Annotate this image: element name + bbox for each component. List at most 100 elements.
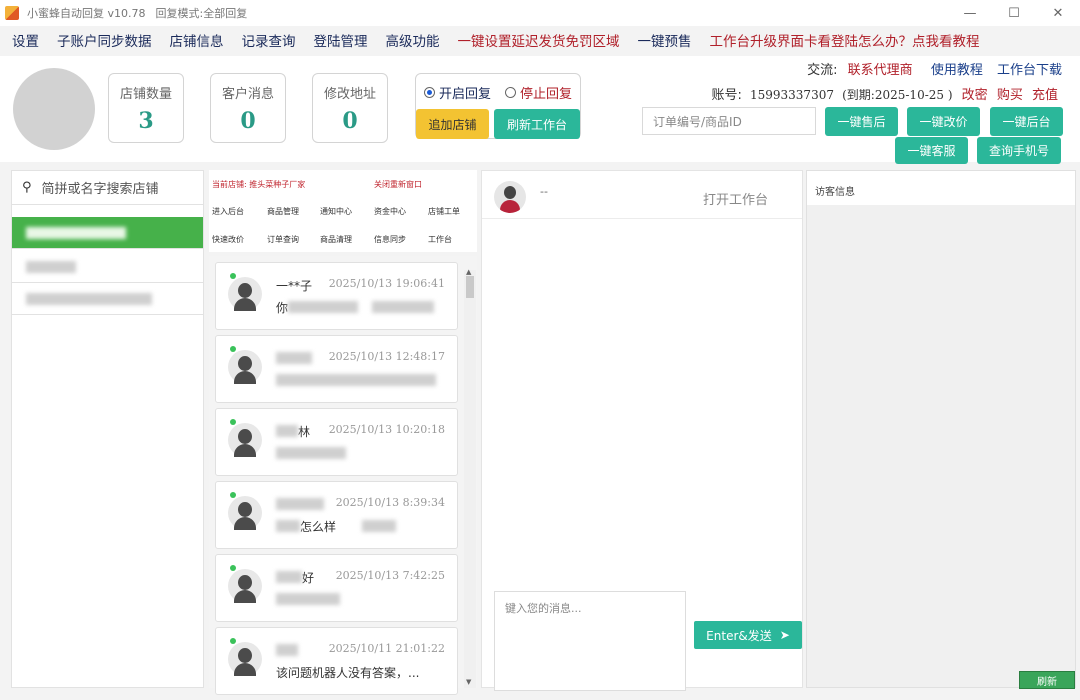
blurred-text [276, 498, 324, 510]
conversation-item[interactable]: 2025/10/13 12:48:17 [215, 335, 458, 403]
refresh-button[interactable]: 刷新 [1019, 671, 1075, 689]
add-store-button[interactable]: 追加店铺 [416, 109, 489, 139]
radio-selected-icon [424, 87, 435, 98]
menu-settings[interactable]: 设置 [12, 30, 39, 50]
store-item[interactable] [12, 283, 203, 315]
radio-stop-reply[interactable]: 停止回复 [505, 83, 572, 102]
func-funds-center[interactable]: 资金中心 [374, 206, 406, 217]
online-status-dot [230, 638, 236, 644]
buy-link[interactable]: 购买 [997, 88, 1023, 103]
online-status-dot [230, 492, 236, 498]
menu-presale[interactable]: 一键预售 [638, 30, 692, 50]
tutorial-link[interactable]: 使用教程 [931, 63, 983, 78]
minimize-button[interactable]: — [948, 0, 992, 26]
scroll-thumb[interactable] [466, 276, 474, 298]
menu-store-info[interactable]: 店铺信息 [170, 30, 224, 50]
conversation-time: 2025/10/13 19:06:41 [328, 277, 445, 290]
customer-avatar-icon [228, 569, 262, 603]
radio-label: 停止回复 [520, 87, 573, 102]
close-refresh-window-link[interactable]: 关闭重新窗口 [374, 179, 422, 190]
query-phone-button[interactable]: 查询手机号 [977, 137, 1061, 164]
blurred-store-name [26, 261, 76, 273]
func-product-cleanup[interactable]: 商品清理 [320, 234, 352, 245]
conversation-item[interactable]: 林 2025/10/13 10:20:18 [215, 408, 458, 476]
conversation-name: 好 [302, 571, 315, 585]
window-controls: — ☐ ✕ [948, 0, 1080, 26]
message-input[interactable]: 键入您的消息... [494, 591, 686, 691]
store-search-placeholder: 简拼或名字搜索店铺 [41, 182, 159, 197]
func-order-query[interactable]: 订单查询 [267, 234, 299, 245]
refresh-workbench-button[interactable]: 刷新工作台 [494, 109, 580, 139]
store-search[interactable]: ⚲ 简拼或名字搜索店铺 [12, 171, 203, 205]
chat-customer-name: -- [540, 185, 548, 198]
recharge-link[interactable]: 充值 [1032, 88, 1058, 103]
main-area: ⚲ 简拼或名字搜索店铺 当前店铺: 推头菜种子厂家 关闭重新窗口 进入后台 商品… [0, 164, 1080, 695]
func-product-manage[interactable]: 商品管理 [267, 206, 299, 217]
online-status-dot [230, 565, 236, 571]
func-notification-center[interactable]: 通知中心 [320, 206, 352, 217]
chat-header: -- 打开工作台 [482, 171, 802, 219]
conversation-preview: 怎么样 [300, 520, 337, 534]
store-item[interactable] [12, 217, 203, 249]
send-button[interactable]: Enter&发送 ➤ [694, 621, 802, 649]
account-row: 账号: 15993337307 (到期:2025-10-25 ) 改密 购买 充… [711, 84, 1058, 103]
conversation-preview: 该问题机器人没有答案，... [276, 666, 420, 680]
one-click-after-sale-button[interactable]: 一键售后 [825, 107, 898, 136]
customer-avatar-icon [228, 277, 262, 311]
customer-avatar-icon [228, 496, 262, 530]
window-title: 小蜜蜂自动回复 v10.78 [27, 7, 146, 20]
stat-customer-messages: 客户消息 0 [210, 73, 286, 143]
chat-panel: -- 打开工作台 键入您的消息... Enter&发送 ➤ [481, 170, 803, 691]
send-label: Enter&发送 [706, 628, 772, 643]
scroll-down-icon[interactable]: ▼ [466, 678, 471, 686]
menu-workbench-tutorial[interactable]: 工作台升级界面卡看登陆怎么办？点我看教程 [710, 30, 980, 50]
one-click-change-price-button[interactable]: 一键改价 [907, 107, 980, 136]
menu-sub-account-sync[interactable]: 子账户同步数据 [57, 30, 152, 50]
stat-value: 0 [342, 108, 358, 134]
stat-label: 客户消息 [221, 87, 274, 102]
menu-advanced[interactable]: 高级功能 [386, 30, 440, 50]
conversation-item[interactable]: 2025/10/11 21:01:22 该问题机器人没有答案，... [215, 627, 458, 695]
app-window: 小蜜蜂自动回复 v10.78 回复模式:全部回复 — ☐ ✕ 设置 子账户同步数… [0, 0, 1080, 700]
radio-unselected-icon [505, 87, 516, 98]
conversation-item[interactable]: 一**子 2025/10/13 19:06:41 你 [215, 262, 458, 330]
visitor-info-title: 访客信息 [807, 171, 1075, 205]
func-workbench[interactable]: 工作台 [428, 234, 452, 245]
one-click-customer-service-button[interactable]: 一键客服 [895, 137, 968, 164]
scroll-up-icon[interactable]: ▲ [466, 268, 471, 276]
func-quick-change-price[interactable]: 快速改价 [212, 234, 244, 245]
one-click-backend-button[interactable]: 一键后台 [990, 107, 1063, 136]
blurred-text [276, 352, 312, 364]
account-expiry: (到期:2025-10-25 ) [842, 88, 953, 102]
conversation-name: 林 [298, 425, 311, 439]
func-info-sync[interactable]: 信息同步 [374, 234, 406, 245]
shop-avatar [13, 68, 95, 150]
blurred-text [276, 374, 436, 386]
order-search-input[interactable]: 订单编号/商品ID [642, 107, 816, 135]
contact-agent-link[interactable]: 联系代理商 [848, 63, 913, 78]
workbench-download-link[interactable]: 工作台下载 [997, 63, 1062, 78]
menu-record-query[interactable]: 记录查询 [242, 30, 296, 50]
conversation-item[interactable]: 2025/10/13 8:39:34 怎么样 [215, 481, 458, 549]
menu-login-manage[interactable]: 登陆管理 [314, 30, 368, 50]
conversation-time: 2025/10/13 7:42:25 [335, 569, 445, 582]
func-enter-backend[interactable]: 进入后台 [212, 206, 244, 217]
online-status-dot [230, 273, 236, 279]
stat-store-count: 店铺数量 3 [108, 73, 184, 143]
menu-delay-shipping[interactable]: 一键设置延迟发货免罚区域 [458, 30, 620, 50]
store-item[interactable] [12, 251, 203, 283]
conversation-list: 一**子 2025/10/13 19:06:41 你 2025/10/13 12… [209, 256, 477, 695]
conversation-time: 2025/10/13 12:48:17 [328, 350, 445, 363]
blurred-text [276, 520, 300, 532]
change-password-link[interactable]: 改密 [962, 88, 988, 103]
reply-control-box: 开启回复 停止回复 追加店铺 刷新工作台 [415, 73, 581, 139]
close-button[interactable]: ✕ [1036, 0, 1080, 26]
blurred-text [276, 644, 298, 656]
open-workbench-link[interactable]: 打开工作台 [703, 189, 768, 208]
store-list-panel: ⚲ 简拼或名字搜索店铺 [11, 170, 204, 688]
conversation-item[interactable]: 好 2025/10/13 7:42:25 [215, 554, 458, 622]
func-store-ticket[interactable]: 店铺工单 [428, 206, 460, 217]
conversation-scrollbar[interactable]: ▲ ▼ [464, 268, 476, 688]
maximize-button[interactable]: ☐ [992, 0, 1036, 26]
radio-enable-reply[interactable]: 开启回复 [424, 83, 491, 102]
